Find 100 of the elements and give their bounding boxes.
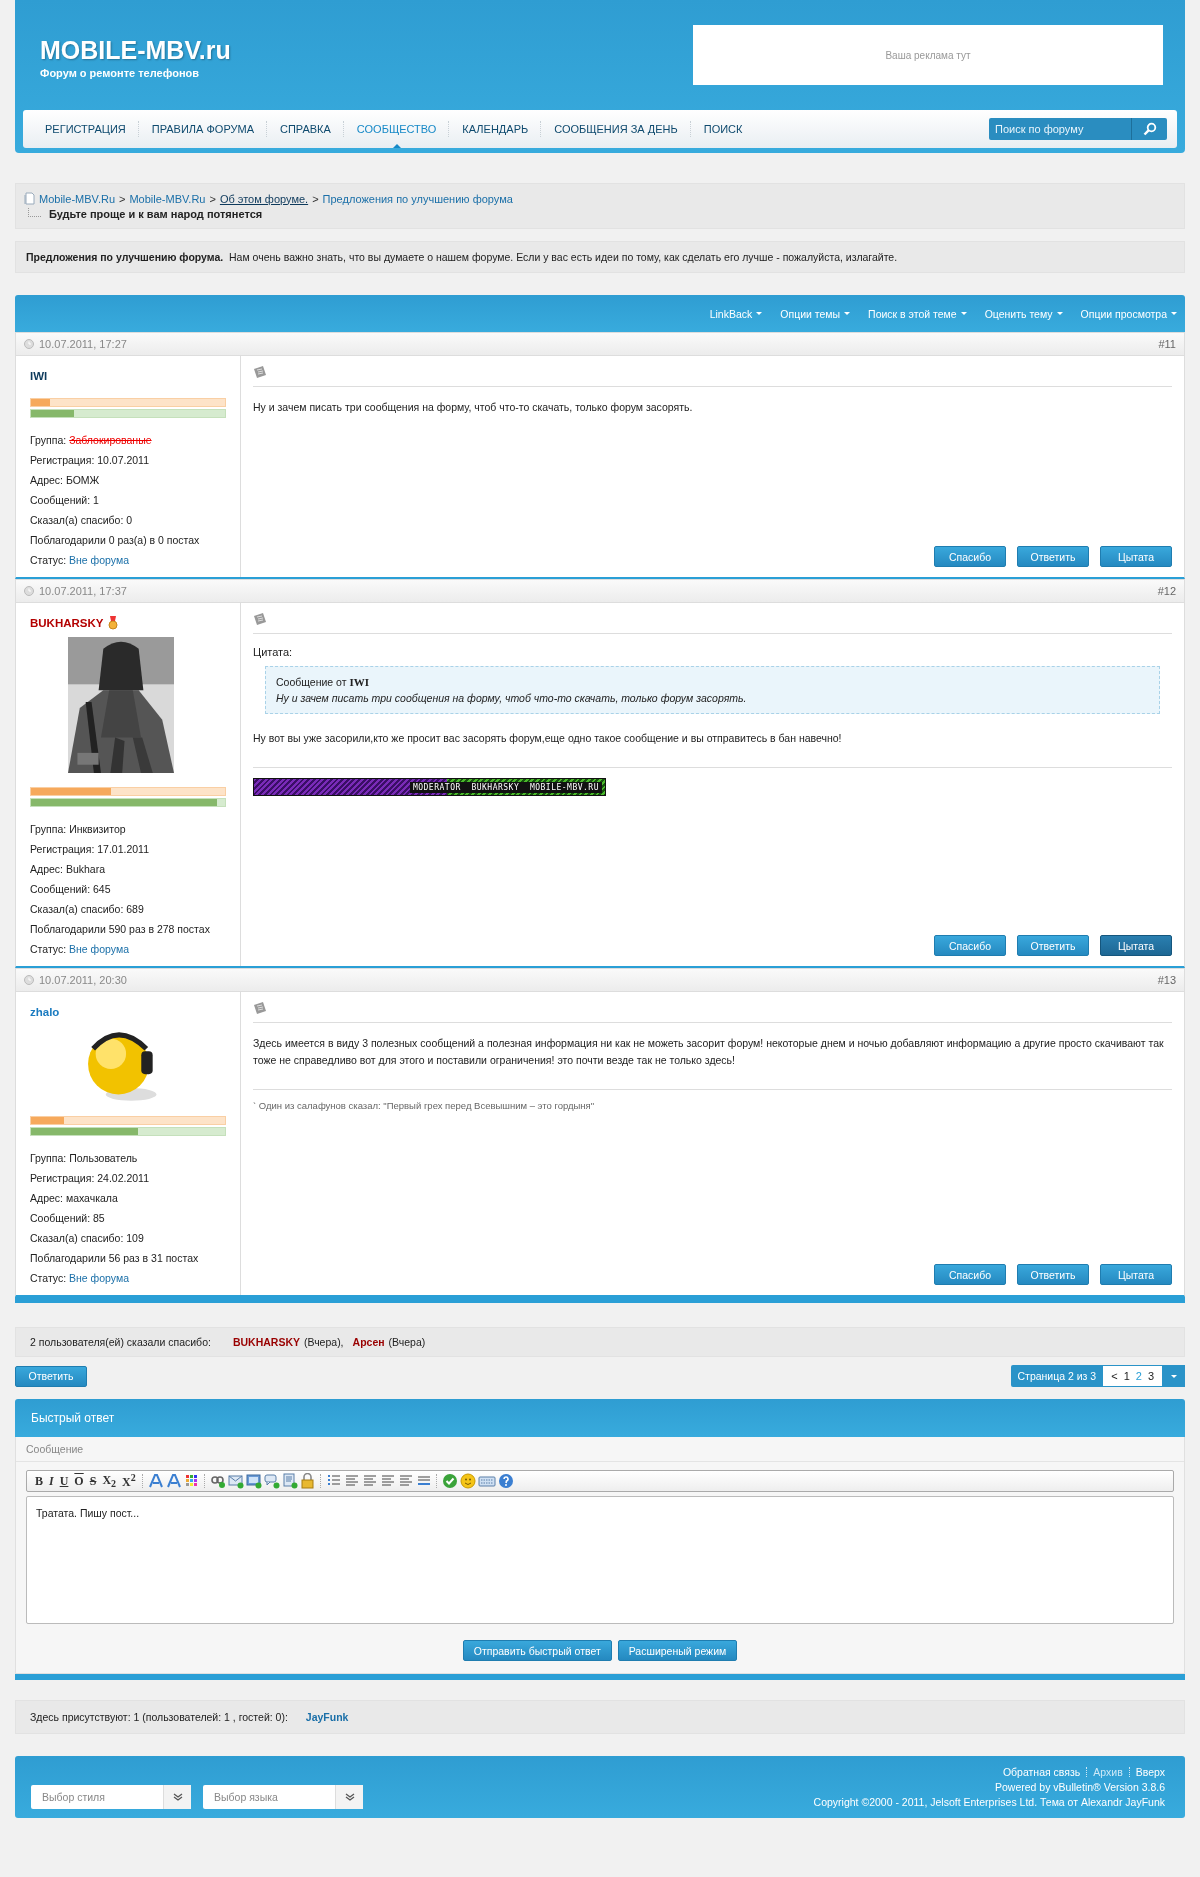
align-icon[interactable] <box>379 1473 396 1489</box>
nav-link[interactable]: КАЛЕНДАРЬ <box>450 110 541 148</box>
keyboard-icon[interactable] <box>477 1473 496 1489</box>
search-button[interactable] <box>1131 118 1167 140</box>
post-date: 10.07.2011, 20:30 <box>39 974 127 986</box>
submit-button[interactable]: Отправить быстрый ответ <box>462 1640 612 1661</box>
lock-icon[interactable] <box>299 1473 316 1489</box>
thread-menu[interactable]: Оценить тему <box>984 307 1063 320</box>
format-button[interactable]: X$_{2}$ <box>100 1472 119 1490</box>
link-icon[interactable] <box>209 1473 226 1489</box>
chevron-icon <box>172 1793 183 1801</box>
breadcrumb-separator: > <box>209 192 216 205</box>
thread-menu[interactable]: Поиск в этой теме <box>868 307 967 320</box>
nav-link[interactable]: СПРАВКА <box>267 110 343 148</box>
post-date: 10.07.2011, 17:27 <box>39 338 127 350</box>
post-button[interactable]: Ответить <box>1017 546 1089 567</box>
post-text: Здесь имеется в виду 3 полезных сообщений а полезная информация ни как не можеть засорит форум! некоторые днем и ночью добавляют информацию а другие просто скачивают так тоже не справедливо вот для этого и поставили ограничения! это почти везде так не только здесь! <box>253 1036 1165 1068</box>
page-link[interactable]: 2 <box>1135 1370 1142 1382</box>
help-icon[interactable] <box>497 1473 514 1489</box>
post-number[interactable]: #13 <box>1157 974 1176 986</box>
site-logo[interactable]: MOBILE-MBV.ru <box>40 36 231 65</box>
post-button[interactable]: Спасибо <box>934 935 1006 956</box>
user-info: Статус: Вне форума <box>30 1272 130 1285</box>
post-button[interactable]: Ответить <box>1017 935 1089 956</box>
format-button[interactable]: I <box>47 1472 56 1490</box>
post-button[interactable]: Спасибо <box>934 546 1006 567</box>
format-button[interactable]: O <box>72 1472 86 1490</box>
user-info: Поблагодарили 590 раз в 278 постах <box>30 923 211 936</box>
thanks-label: 2 пользователя(ей) сказали спасибо: <box>30 1336 211 1348</box>
breadcrumb-link[interactable]: Предложения по улучшению форума <box>322 192 513 205</box>
forum-icon <box>24 192 35 205</box>
thanks-user[interactable]: Арсен <box>352 1336 385 1348</box>
format-button[interactable]: B <box>33 1472 45 1490</box>
message-field[interactable]: Тратата. Пишу пост... <box>26 1496 1174 1624</box>
breadcrumb-link[interactable]: Mobile-MBV.Ru <box>129 192 206 205</box>
speech-bubble-icon[interactable] <box>263 1473 280 1489</box>
online-user[interactable]: JayFunk <box>305 1711 349 1723</box>
nav-link[interactable]: ПРАВИЛА ФОРУМА <box>139 110 266 148</box>
palette-icon[interactable] <box>183 1473 200 1489</box>
footer-link[interactable]: Обратная связь <box>1002 1764 1081 1780</box>
thread-menu[interactable]: LinkBack <box>709 307 763 320</box>
user-info: Сообщений: 645 <box>30 883 112 896</box>
page-link[interactable]: 1 <box>1123 1370 1130 1382</box>
document-icon[interactable] <box>281 1473 298 1489</box>
search-field[interactable]: Поиск по форуму <box>989 118 1131 140</box>
format-button[interactable]: S <box>87 1472 99 1490</box>
user-info: Поблагодарили 56 раз в 31 постах <box>30 1252 200 1265</box>
user-info: Адрес: махачкала <box>30 1192 119 1205</box>
post-text: Ну и зачем писать три сообщения на форму, чтоб что-то скачать, только форум засорять. <box>253 400 694 415</box>
page-label: Страница 2 из 3 <box>1016 1369 1098 1384</box>
format-button[interactable]: U <box>57 1472 71 1490</box>
prev-page-link[interactable]: < <box>1111 1370 1118 1382</box>
align-icon[interactable] <box>397 1473 414 1489</box>
align-icon[interactable] <box>343 1473 360 1489</box>
thanks-user[interactable]: BUKHARSKY <box>232 1336 300 1348</box>
quote-label: Цитата: <box>253 646 294 658</box>
user-info: Статус: Вне форума <box>30 943 130 956</box>
nav-link[interactable]: ПОИСК <box>691 110 755 148</box>
ad-text: Ваша реклама тут <box>885 49 971 61</box>
font-icon[interactable] <box>147 1473 164 1489</box>
breadcrumb-link[interactable]: Mobile-MBV.Ru <box>39 192 115 205</box>
post-button[interactable]: Цытата <box>1100 935 1172 956</box>
post-text: Ну вот вы уже засорили,кто же просит вас засорять форум,еще одно такое сообщение и вы отправитесь в бан навечно! <box>253 731 843 746</box>
user-info: Сказал(а) спасибо: 0 <box>30 514 134 527</box>
font-icon[interactable] <box>165 1473 182 1489</box>
check-icon[interactable] <box>441 1473 458 1489</box>
user-info: Регистрация: 17.01.2011 <box>30 843 150 856</box>
username[interactable]: BUKHARSKY <box>30 617 104 629</box>
nav-link[interactable]: СООБЩЕНИЯ ЗА ДЕНЬ <box>542 110 690 148</box>
page-link[interactable]: 3 <box>1147 1370 1154 1382</box>
footer-link[interactable]: Архив <box>1093 1764 1123 1780</box>
user-info: Адрес: Bukhara <box>30 863 106 876</box>
post-number[interactable]: #12 <box>1157 585 1176 597</box>
reply-button[interactable]: Ответить <box>15 1365 87 1387</box>
post-button[interactable]: Цытата <box>1100 546 1172 567</box>
thread-menu[interactable]: Опции темы <box>780 307 851 320</box>
post-icon <box>253 1002 267 1015</box>
thread-menu[interactable]: Опции просмотра <box>1080 307 1177 320</box>
submit-button[interactable]: Расширеный режим <box>617 1640 738 1661</box>
post-number[interactable]: #11 <box>1158 338 1176 350</box>
footer-link[interactable]: Вверх <box>1135 1764 1165 1780</box>
image-icon[interactable] <box>245 1473 262 1489</box>
ad-banner[interactable]: Ваша реклама тут <box>693 25 1163 85</box>
username[interactable]: zhalo <box>30 1006 60 1018</box>
post-button[interactable]: Цытата <box>1100 1264 1172 1285</box>
post-button[interactable]: Ответить <box>1017 1264 1089 1285</box>
breadcrumb-separator: > <box>312 192 319 205</box>
align-icon[interactable] <box>361 1473 378 1489</box>
email-icon[interactable] <box>227 1473 244 1489</box>
user-info: Регистрация: 10.07.2011 <box>30 454 150 467</box>
dropdown[interactable]: Выбор стиля <box>31 1785 191 1809</box>
breadcrumb-link[interactable]: Об этом форуме. <box>219 192 309 205</box>
post-button[interactable]: Спасибо <box>934 1264 1006 1285</box>
nav-link[interactable]: РЕГИСТРАЦИЯ <box>33 110 138 148</box>
username[interactable]: IWI <box>30 370 48 382</box>
dropdown[interactable]: Выбор языка <box>203 1785 363 1809</box>
nav-link[interactable]: СООБЩЕСТВО <box>344 110 449 148</box>
user-info: Группа: Инквизитор <box>30 823 127 836</box>
format-button[interactable]: X$^{2}$ <box>120 1472 138 1490</box>
smiley-icon[interactable] <box>459 1473 476 1489</box>
